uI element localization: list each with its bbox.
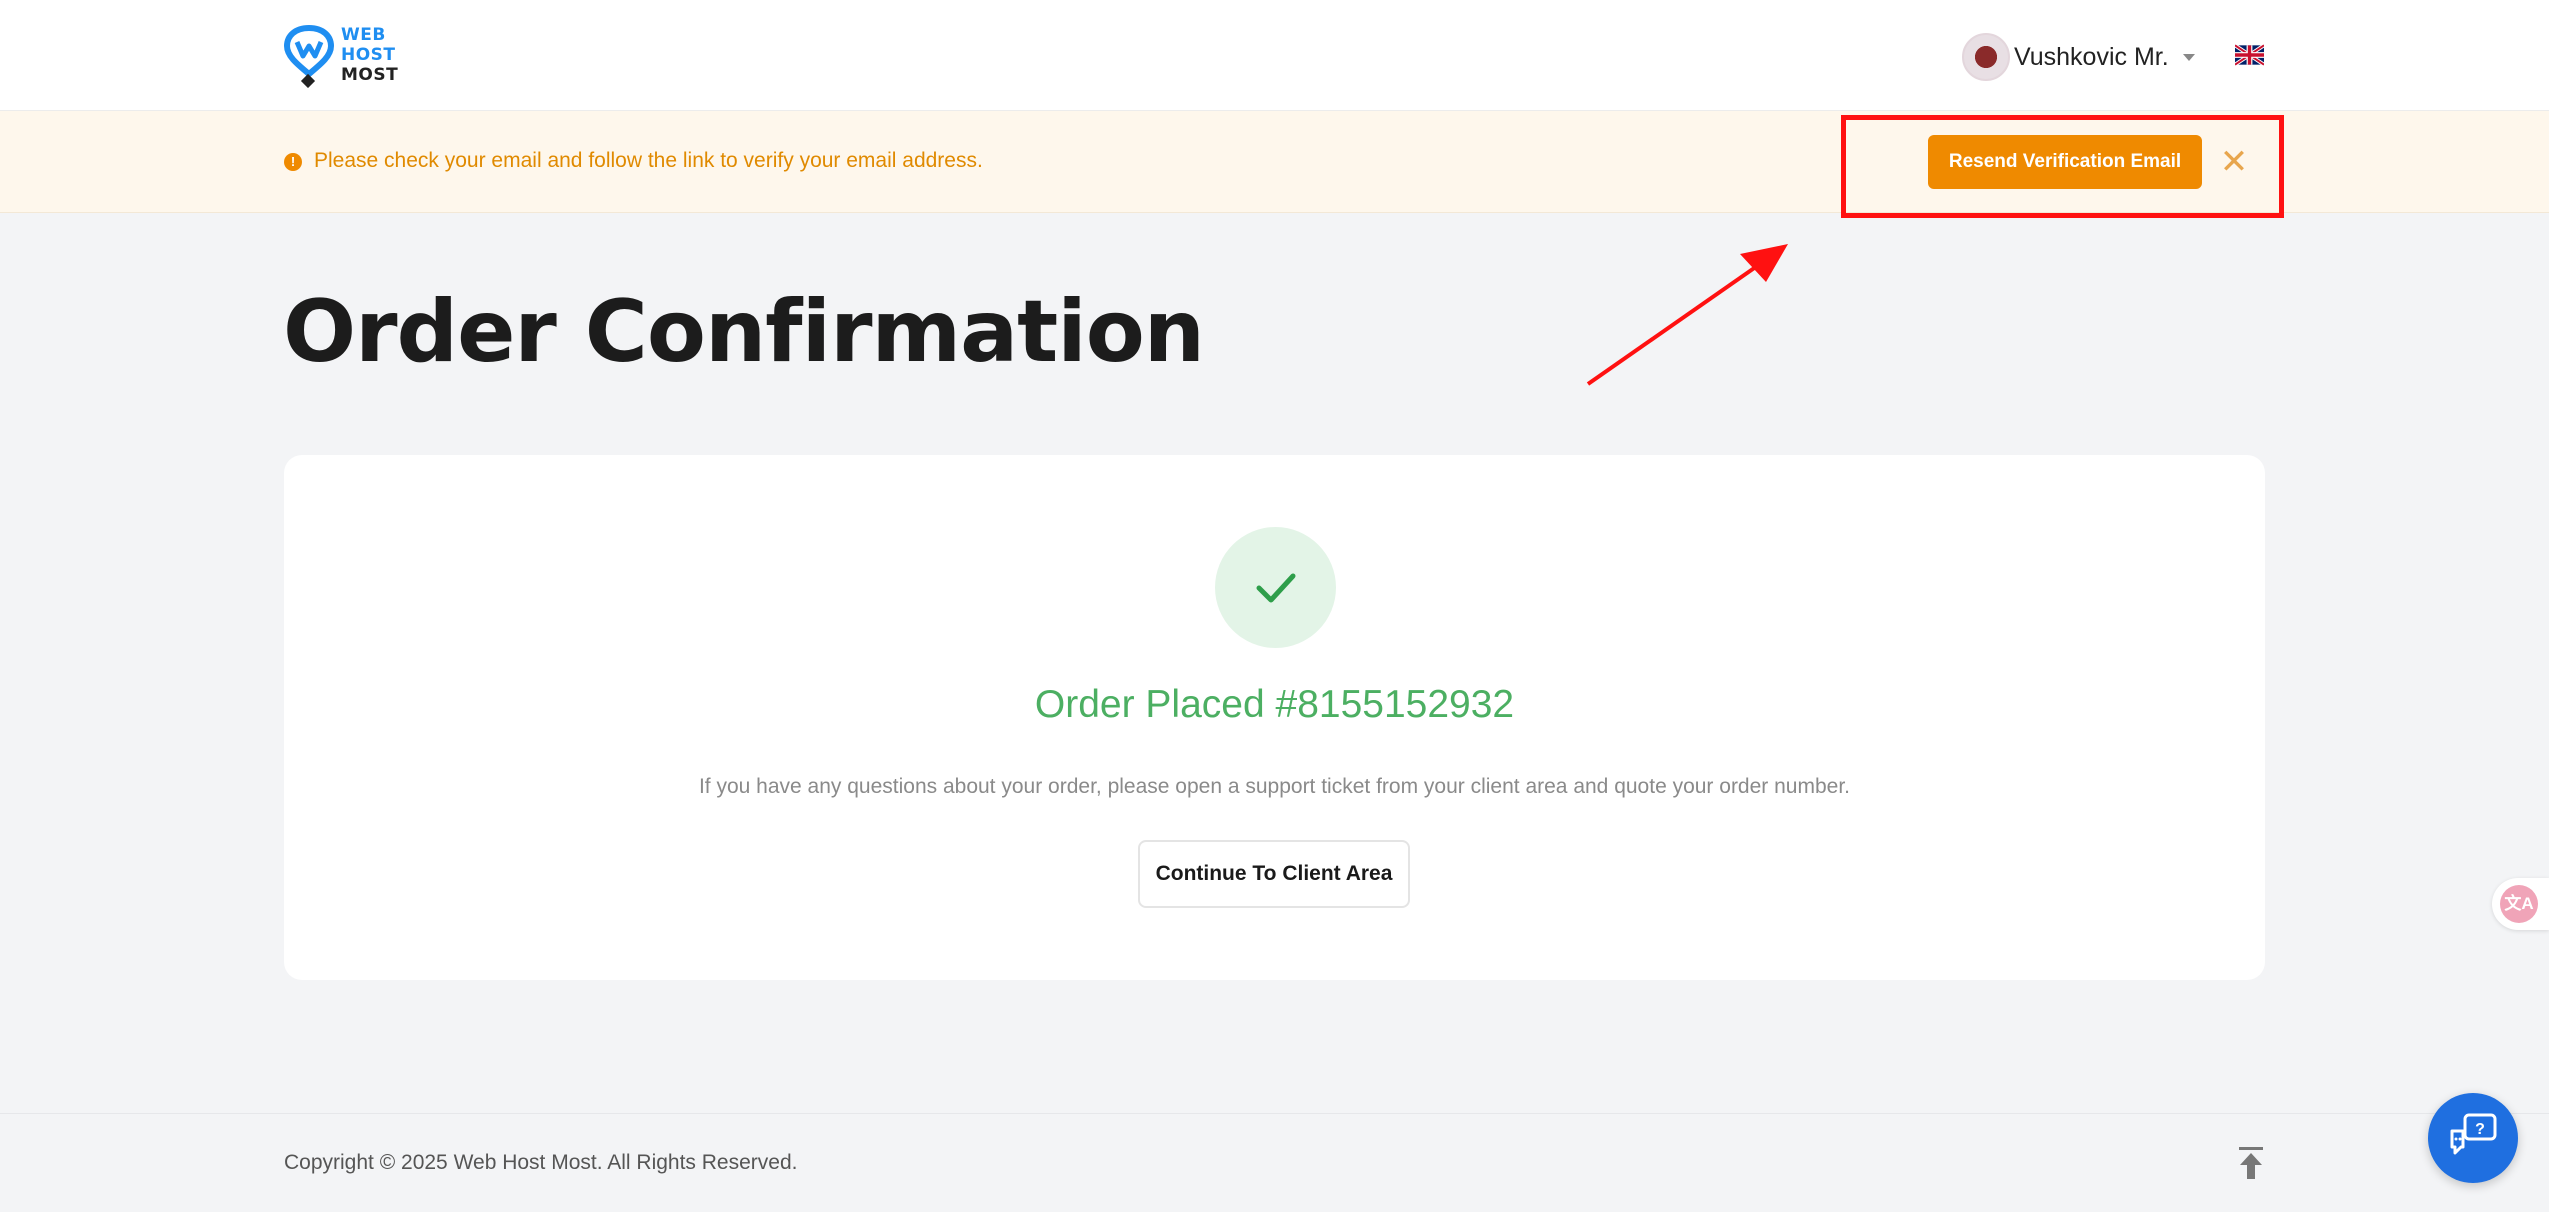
- avatar: [1962, 33, 2010, 81]
- page-title: Order Confirmation: [283, 282, 1205, 382]
- support-chat-button[interactable]: ?: [2428, 1093, 2518, 1183]
- alert-exclamation-icon: !: [284, 153, 302, 171]
- logo-mark-icon: [283, 22, 335, 89]
- logo-word-most: MOST: [341, 65, 399, 85]
- svg-text:?: ?: [2475, 1121, 2485, 1138]
- top-header: WEB HOST MOST Vushkovic Mr.: [0, 0, 2549, 111]
- chat-help-icon: ?: [2450, 1113, 2497, 1155]
- success-check-icon: [1215, 527, 1336, 648]
- site-logo[interactable]: WEB HOST MOST: [283, 22, 403, 89]
- alert-message: Please check your email and follow the l…: [314, 149, 983, 172]
- order-placed-heading: Order Placed #8155152932: [1034, 683, 1515, 726]
- order-support-note: If you have any questions about your ord…: [698, 775, 1851, 798]
- user-name: Vushkovic Mr.: [2014, 42, 2169, 71]
- logo-word-host: HOST: [341, 45, 396, 65]
- continue-to-client-area-button[interactable]: Continue To Client Area: [1138, 840, 1410, 908]
- annotation-arrow-icon: [1586, 244, 1788, 386]
- copyright-text: Copyright © 2025 Web Host Most. All Righ…: [284, 1151, 798, 1174]
- logo-word-web: WEB: [341, 25, 386, 45]
- logo-wordmark: WEB HOST MOST: [341, 25, 398, 85]
- uk-flag-icon[interactable]: [2233, 43, 2266, 67]
- back-to-top-icon[interactable]: [2238, 1146, 2264, 1180]
- translate-icon: 文A: [2500, 885, 2538, 923]
- chevron-down-icon: [2182, 53, 2195, 61]
- translate-widget[interactable]: 文A: [2492, 878, 2549, 930]
- user-menu-dropdown[interactable]: Vushkovic Mr.: [1962, 29, 2195, 85]
- annotation-highlight-box: [1841, 115, 2284, 218]
